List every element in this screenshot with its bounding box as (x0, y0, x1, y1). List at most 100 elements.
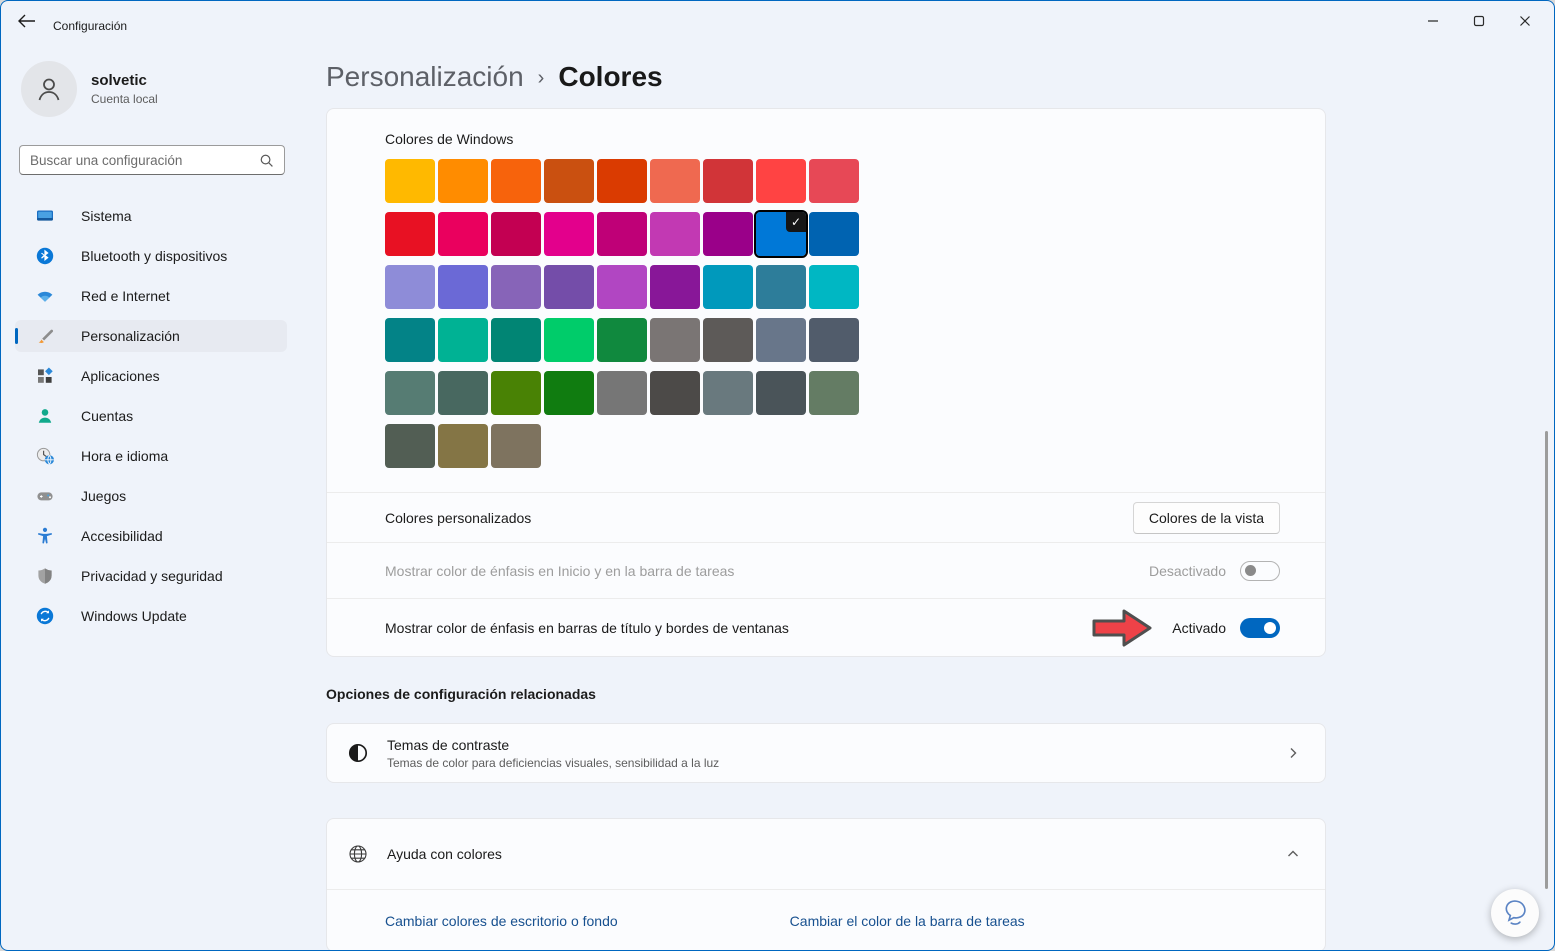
sidebar-item-apps[interactable]: Aplicaciones (15, 360, 287, 392)
profile-account-type: Cuenta local (91, 92, 158, 106)
color-swatch-767676[interactable] (597, 371, 647, 415)
help-link-2[interactable]: Cambiar el color de la barra de tareas (790, 913, 1025, 929)
color-swatch-2d7d9a[interactable] (756, 265, 806, 309)
color-swatch-ea005e[interactable] (438, 212, 488, 256)
help-link-1[interactable]: Cambiar colores de escritorio o fondo (385, 913, 618, 929)
color-swatch-10893e[interactable] (597, 318, 647, 362)
sidebar-item-label: Personalización (81, 328, 180, 344)
color-swatch-9a0089[interactable] (703, 212, 753, 256)
contrast-themes-subtitle: Temas de color para deficiencias visuale… (387, 755, 720, 770)
color-swatch-018574[interactable] (491, 318, 541, 362)
color-swatch-0063b1[interactable] (809, 212, 859, 256)
close-icon (1520, 16, 1530, 26)
user-profile[interactable]: solvetic Cuenta local (21, 61, 158, 117)
app-title: Configuración (53, 19, 128, 33)
color-swatch-69797e[interactable] (703, 371, 753, 415)
color-swatch-4c4a48[interactable] (650, 371, 700, 415)
gaming-icon (35, 486, 55, 506)
chevron-up-icon (1288, 850, 1298, 857)
sidebar-item-label: Windows Update (81, 608, 187, 624)
color-swatch-6b69d6[interactable] (438, 265, 488, 309)
color-swatch-da3b01[interactable] (597, 159, 647, 203)
color-help-card: Ayuda con colores Cambiar colores de esc… (326, 818, 1326, 950)
color-swatch-f7630c[interactable] (491, 159, 541, 203)
maximize-button[interactable] (1456, 1, 1502, 41)
color-swatch-b146c2[interactable] (597, 265, 647, 309)
color-swatch-847545[interactable] (438, 424, 488, 468)
breadcrumb-personalization[interactable]: Personalización (326, 61, 524, 93)
search-box[interactable] (19, 145, 285, 175)
color-help-header[interactable]: Ayuda con colores (327, 819, 1325, 889)
color-swatch-ff4343[interactable] (756, 159, 806, 203)
color-swatch-7a7574[interactable] (650, 318, 700, 362)
color-swatch-486860[interactable] (438, 371, 488, 415)
color-swatch-ffb900[interactable] (385, 159, 435, 203)
profile-name: solvetic (91, 72, 147, 89)
color-swatch-8764b8[interactable] (491, 265, 541, 309)
contrast-themes-row[interactable]: Temas de contraste Temas de color para d… (326, 723, 1326, 783)
avatar (21, 61, 77, 117)
minimize-button[interactable] (1410, 1, 1456, 41)
color-swatch-525e54[interactable] (385, 424, 435, 468)
apps-icon (35, 366, 55, 386)
sidebar-item-label: Juegos (81, 488, 127, 504)
maximize-icon (1473, 15, 1485, 27)
color-swatch-e81123[interactable] (385, 212, 435, 256)
color-swatch-515c6b[interactable] (809, 318, 859, 362)
color-swatch-00cc6a[interactable] (544, 318, 594, 362)
color-swatch-038387[interactable] (385, 318, 435, 362)
color-swatch-ca5010[interactable] (544, 159, 594, 203)
back-button[interactable] (17, 13, 37, 31)
color-swatch-8e8cd8[interactable] (385, 265, 435, 309)
color-swatch-68768a[interactable] (756, 318, 806, 362)
search-input[interactable] (30, 152, 259, 168)
color-swatch-c239b3[interactable] (650, 212, 700, 256)
color-swatch-00b7c3[interactable] (809, 265, 859, 309)
color-swatch-4a5459[interactable] (756, 371, 806, 415)
accent-start-taskbar-label: Mostrar color de énfasis en Inicio y en … (385, 562, 735, 579)
accent-titlebars-toggle[interactable] (1240, 617, 1280, 638)
color-swatch-107c10[interactable] (544, 371, 594, 415)
color-swatch-7e735f[interactable] (491, 424, 541, 468)
color-swatch-ef6950[interactable] (650, 159, 700, 203)
sidebar-item-privacy[interactable]: Privacidad y seguridad (15, 560, 287, 592)
color-swatch-e3008c[interactable] (544, 212, 594, 256)
sidebar-item-accounts[interactable]: Cuentas (15, 400, 287, 432)
scrollbar-thumb[interactable] (1545, 431, 1548, 889)
sidebar-item-personalization[interactable]: Personalización (15, 320, 287, 352)
color-swatch-647c64[interactable] (809, 371, 859, 415)
privacy-icon (35, 566, 55, 586)
color-swatch-567c73[interactable] (385, 371, 435, 415)
color-swatch-0078d7[interactable]: ✓ (754, 210, 808, 258)
sidebar-item-bluetooth[interactable]: Bluetooth y dispositivos (15, 240, 287, 272)
color-swatch-ff8c00[interactable] (438, 159, 488, 203)
search-icon[interactable] (259, 153, 274, 168)
sidebar-item-gaming[interactable]: Juegos (15, 480, 287, 512)
color-swatch-0099bc[interactable] (703, 265, 753, 309)
color-swatch-744da9[interactable] (544, 265, 594, 309)
color-swatch-c30052[interactable] (491, 212, 541, 256)
settings-window: Configuración solvetic Cuenta local Busc… (0, 0, 1555, 951)
sidebar-item-time-language[interactable]: Hora e idioma (15, 440, 287, 472)
color-help-title: Ayuda con colores (387, 846, 502, 862)
person-icon (38, 78, 60, 101)
feedback-help-bubble[interactable] (1491, 889, 1539, 937)
color-swatch-d13438[interactable] (703, 159, 753, 203)
custom-colors-label: Colores personalizados (385, 509, 532, 526)
close-button[interactable] (1502, 1, 1548, 41)
main-content: Personalización › Colores Colores de Win… (301, 41, 1554, 950)
sidebar-item-network[interactable]: Red e Internet (15, 280, 287, 312)
view-colors-button[interactable]: Colores de la vista (1132, 501, 1280, 534)
color-swatch-e74856[interactable] (809, 159, 859, 203)
globe-icon (347, 843, 369, 865)
accent-start-taskbar-toggle[interactable] (1240, 560, 1280, 581)
sidebar-item-system[interactable]: Sistema (15, 200, 287, 232)
color-swatch-881798[interactable] (650, 265, 700, 309)
color-swatch-bf0077[interactable] (597, 212, 647, 256)
sidebar-item-windows-update[interactable]: Windows Update (15, 600, 287, 632)
sidebar-item-accessibility[interactable]: Accesibilidad (15, 520, 287, 552)
color-swatch-5d5a58[interactable] (703, 318, 753, 362)
color-swatch-498205[interactable] (491, 371, 541, 415)
accessibility-icon (35, 526, 55, 546)
color-swatch-00b294[interactable] (438, 318, 488, 362)
